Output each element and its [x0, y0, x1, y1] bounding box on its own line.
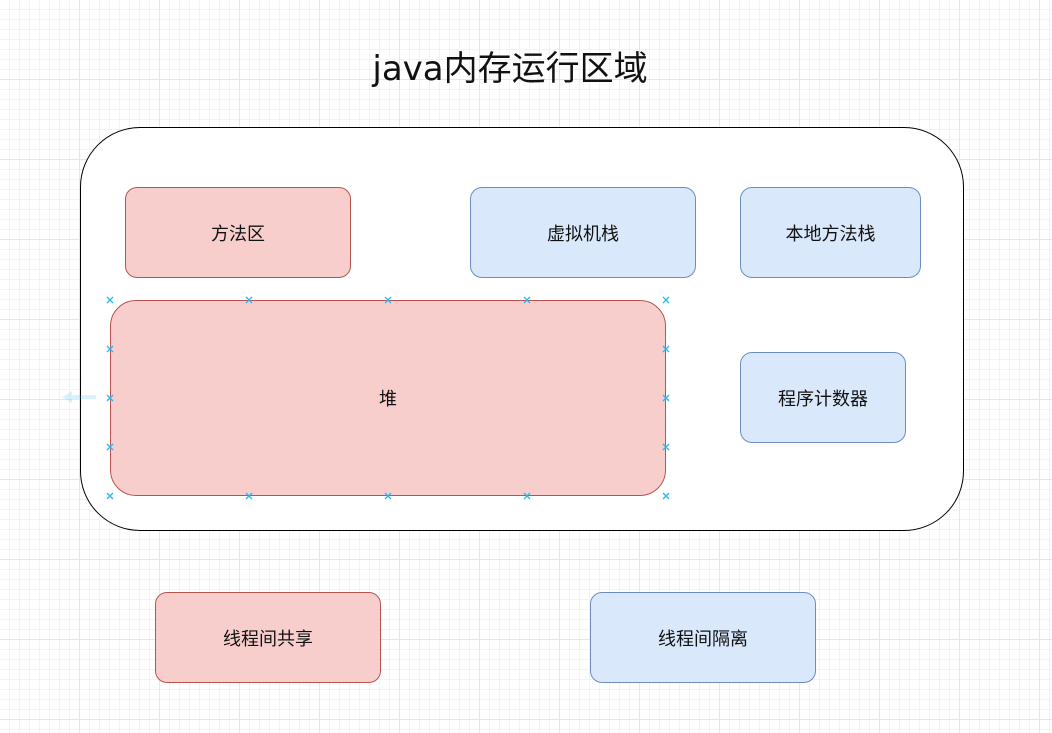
diagram-title: java内存运行区域 [372, 49, 648, 89]
program-counter-box[interactable]: 程序计数器 [740, 352, 906, 443]
native-method-stack-box[interactable]: 本地方法栈 [740, 187, 921, 278]
legend-shared-box[interactable]: 线程间共享 [155, 592, 381, 683]
connect-arrow-hint-icon[interactable] [60, 389, 100, 405]
method-area-label: 方法区 [211, 223, 265, 245]
method-area-box[interactable]: 方法区 [125, 187, 351, 278]
program-counter-label: 程序计数器 [778, 388, 868, 410]
native-method-stack-label: 本地方法栈 [785, 223, 876, 245]
heap-label: 堆 [379, 389, 397, 410]
vm-stack-label: 虚拟机栈 [547, 223, 619, 245]
legend-isolated-label: 线程间隔离 [658, 628, 748, 650]
legend-isolated-box[interactable]: 线程间隔离 [590, 592, 816, 683]
heap-box[interactable]: 堆 [110, 300, 666, 496]
legend-shared-label: 线程间共享 [223, 628, 313, 650]
vm-stack-box[interactable]: 虚拟机栈 [470, 187, 696, 278]
